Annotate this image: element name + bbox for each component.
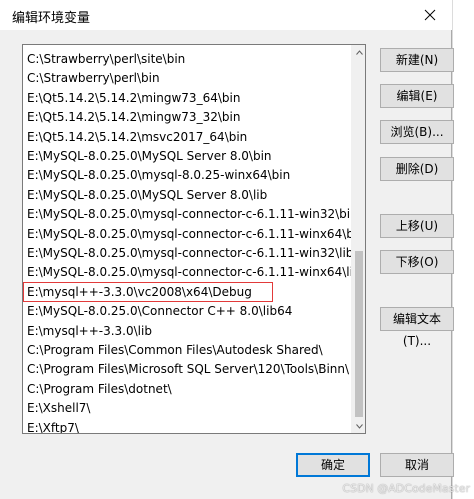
list-item[interactable]: E:\MySQL-8.0.25.0\mysql-connector-c-6.1.… bbox=[23, 243, 353, 263]
close-button[interactable] bbox=[408, 0, 452, 30]
list-item[interactable]: C:\Strawberry\perl\bin bbox=[23, 68, 353, 88]
list-item[interactable]: C:\Strawberry\perl\site\bin bbox=[23, 49, 353, 69]
list-item[interactable]: E:\MySQL-8.0.25.0\Connector C++ 8.0\lib6… bbox=[23, 301, 353, 321]
chevron-up-icon bbox=[355, 49, 363, 55]
chevron-down-icon bbox=[355, 423, 363, 429]
list-item[interactable]: E:\MySQL-8.0.25.0\mysql-8.0.25-winx64\bi… bbox=[23, 165, 353, 185]
vertical-scrollbar[interactable] bbox=[351, 45, 365, 433]
list-item-selected[interactable]: E:\mysql++-3.3.0\vc2008\x64\Debug bbox=[23, 281, 273, 302]
close-icon bbox=[424, 9, 436, 21]
edit-env-var-dialog: 编辑环境变量 E:\Xftp7\ E:\Xshell7\ C:\Program Fi… bbox=[0, 0, 454, 499]
background-window-right bbox=[452, 0, 474, 499]
list-item[interactable]: C:\Program Files\dotnet\ bbox=[23, 379, 353, 399]
move-down-button[interactable]: 下移(O) bbox=[380, 250, 454, 274]
path-list[interactable]: E:\Xftp7\ E:\Xshell7\ C:\Program Files\dot… bbox=[22, 44, 366, 434]
move-up-button[interactable]: 上移(U) bbox=[380, 214, 454, 238]
list-item[interactable]: E:\Xftp7\ bbox=[23, 418, 353, 433]
list-item[interactable]: E:\MySQL-8.0.25.0\MySQL Server 8.0\lib bbox=[23, 185, 353, 205]
list-item[interactable]: E:\MySQL-8.0.25.0\MySQL Server 8.0\bin bbox=[23, 146, 353, 166]
list-item[interactable]: C:\Program Files\Microsoft SQL Server\12… bbox=[23, 359, 353, 379]
list-item[interactable]: E:\Qt5.14.2\5.14.2\mingw73_64\bin bbox=[23, 88, 353, 108]
delete-button[interactable]: 删除(D) bbox=[380, 157, 454, 181]
cancel-button[interactable]: 取消 bbox=[380, 453, 454, 477]
scrollbar-thumb[interactable] bbox=[355, 251, 363, 417]
ok-button[interactable]: 确定 bbox=[296, 453, 370, 477]
list-item[interactable]: E:\Xshell7\ bbox=[23, 398, 353, 418]
list-item[interactable]: E:\Qt5.14.2\5.14.2\msvc2017_64\bin bbox=[23, 127, 353, 147]
watermark: CSDN @ADCodeMaster bbox=[342, 482, 470, 495]
list-item[interactable]: E:\Qt5.14.2\5.14.2\mingw73_32\bin bbox=[23, 107, 353, 127]
browse-button[interactable]: 浏览(B)... bbox=[380, 120, 454, 144]
edit-text-button[interactable]: 编辑文本(T)... bbox=[380, 307, 454, 348]
list-item[interactable]: E:\MySQL-8.0.25.0\mysql-connector-c-6.1.… bbox=[23, 262, 361, 282]
new-button[interactable]: 新建(N) bbox=[380, 48, 454, 72]
edit-button[interactable]: 编辑(E) bbox=[380, 84, 454, 108]
list-item[interactable]: C:\Program Files\Common Files\Autodesk S… bbox=[23, 340, 353, 360]
list-item[interactable]: E:\mysql++-3.3.0\lib bbox=[23, 321, 353, 341]
scroll-up-arrow[interactable] bbox=[352, 45, 365, 59]
window-title: 编辑环境变量 bbox=[12, 11, 91, 26]
scroll-down-arrow[interactable] bbox=[352, 419, 365, 433]
list-item[interactable]: E:\MySQL-8.0.25.0\mysql-connector-c-6.1.… bbox=[23, 224, 365, 244]
title-bar: 编辑环境变量 bbox=[0, 0, 452, 30]
list-item[interactable]: E:\MySQL-8.0.25.0\mysql-connector-c-6.1.… bbox=[23, 204, 358, 224]
